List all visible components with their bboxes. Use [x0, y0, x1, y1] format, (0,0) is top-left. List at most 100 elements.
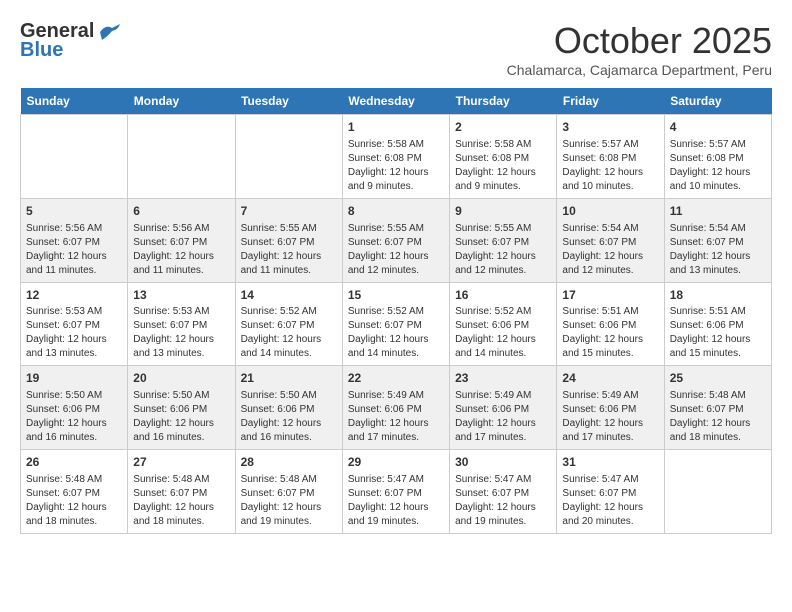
calendar-cell [21, 115, 128, 199]
day-number: 1 [348, 119, 444, 136]
day-info: Sunrise: 5:54 AM Sunset: 6:07 PM Dayligh… [562, 222, 658, 278]
weekday-header: Wednesday [342, 88, 449, 115]
calendar-cell: 2Sunrise: 5:58 AM Sunset: 6:08 PM Daylig… [450, 115, 557, 199]
weekday-header: Saturday [664, 88, 771, 115]
day-info: Sunrise: 5:51 AM Sunset: 6:06 PM Dayligh… [562, 305, 658, 361]
calendar-cell: 6 Sunrise: 5:56 AM Sunset: 6:07 PM Daylig… [128, 198, 235, 282]
calendar-cell: 23Sunrise: 5:49 AM Sunset: 6:06 PM Dayli… [450, 366, 557, 450]
day-info: Sunrise: 5:50 AM Sunset: 6:06 PM Dayligh… [241, 389, 337, 445]
weekday-header: Friday [557, 88, 664, 115]
location: Chalamarca, Cajamarca Department, Peru [507, 62, 772, 78]
day-number: 31 [562, 454, 658, 471]
day-info: Sunrise: 5:47 AM Sunset: 6:07 PM Dayligh… [348, 473, 444, 529]
day-number: 17 [562, 287, 658, 304]
calendar-cell: 28Sunrise: 5:48 AM Sunset: 6:07 PM Dayli… [235, 450, 342, 534]
day-info: Sunrise: 5:50 AM Sunset: 6:06 PM Dayligh… [26, 389, 122, 445]
day-info: Sunrise: 5:48 AM Sunset: 6:07 PM Dayligh… [26, 473, 122, 529]
day-info: Sunrise: 5:47 AM Sunset: 6:07 PM Dayligh… [562, 473, 658, 529]
day-number: 10 [562, 203, 658, 220]
day-info: Sunrise: 5:55 AM Sunset: 6:07 PM Dayligh… [455, 222, 551, 278]
month-title: October 2025 [507, 20, 772, 62]
calendar-cell: 13Sunrise: 5:53 AM Sunset: 6:07 PM Dayli… [128, 282, 235, 366]
day-number: 24 [562, 370, 658, 387]
calendar-cell: 12Sunrise: 5:53 AM Sunset: 6:07 PM Dayli… [21, 282, 128, 366]
calendar-cell [664, 450, 771, 534]
day-info: Sunrise: 5:48 AM Sunset: 6:07 PM Dayligh… [133, 473, 229, 529]
day-info: Sunrise: 5:52 AM Sunset: 6:06 PM Dayligh… [455, 305, 551, 361]
day-number: 7 [241, 203, 337, 220]
calendar-cell: 5 Sunrise: 5:56 AM Sunset: 6:07 PM Daylig… [21, 198, 128, 282]
logo: General Blue [20, 20, 120, 62]
calendar-cell [128, 115, 235, 199]
calendar-cell: 15Sunrise: 5:52 AM Sunset: 6:07 PM Dayli… [342, 282, 449, 366]
weekday-header: Monday [128, 88, 235, 115]
day-number: 20 [133, 370, 229, 387]
calendar-cell: 20 Sunrise: 5:50 AM Sunset: 6:06 PM Dayli… [128, 366, 235, 450]
day-number: 12 [26, 287, 122, 304]
day-number: 6 [133, 203, 229, 220]
weekday-header: Sunday [21, 88, 128, 115]
day-number: 27 [133, 454, 229, 471]
day-info: Sunrise: 5:53 AM Sunset: 6:07 PM Dayligh… [26, 305, 122, 361]
day-number: 18 [670, 287, 766, 304]
day-number: 23 [455, 370, 551, 387]
logo-bird-icon [98, 24, 120, 40]
day-number: 25 [670, 370, 766, 387]
calendar-cell: 1 Sunrise: 5:58 AM Sunset: 6:08 PM Daylig… [342, 115, 449, 199]
day-number: 4 [670, 119, 766, 136]
calendar-cell: 3Sunrise: 5:57 AM Sunset: 6:08 PM Daylig… [557, 115, 664, 199]
calendar-cell: 18Sunrise: 5:51 AM Sunset: 6:06 PM Dayli… [664, 282, 771, 366]
calendar-cell: 9 Sunrise: 5:55 AM Sunset: 6:07 PM Daylig… [450, 198, 557, 282]
calendar-cell: 29 Sunrise: 5:47 AM Sunset: 6:07 PM Dayli… [342, 450, 449, 534]
calendar-cell: 26 Sunrise: 5:48 AM Sunset: 6:07 PM Dayli… [21, 450, 128, 534]
day-number: 19 [26, 370, 122, 387]
logo-blue: Blue [20, 39, 63, 62]
day-info: Sunrise: 5:57 AM Sunset: 6:08 PM Dayligh… [670, 138, 766, 194]
day-number: 9 [455, 203, 551, 220]
calendar-cell: 14Sunrise: 5:52 AM Sunset: 6:07 PM Dayli… [235, 282, 342, 366]
day-number: 15 [348, 287, 444, 304]
day-info: Sunrise: 5:48 AM Sunset: 6:07 PM Dayligh… [670, 389, 766, 445]
day-number: 5 [26, 203, 122, 220]
calendar-cell: 16Sunrise: 5:52 AM Sunset: 6:06 PM Dayli… [450, 282, 557, 366]
calendar-cell: 10 Sunrise: 5:54 AM Sunset: 6:07 PM Dayli… [557, 198, 664, 282]
day-number: 26 [26, 454, 122, 471]
day-number: 2 [455, 119, 551, 136]
day-number: 14 [241, 287, 337, 304]
day-number: 13 [133, 287, 229, 304]
day-info: Sunrise: 5:54 AM Sunset: 6:07 PM Dayligh… [670, 222, 766, 278]
day-info: Sunrise: 5:50 AM Sunset: 6:06 PM Dayligh… [133, 389, 229, 445]
title-block: October 2025 Chalamarca, Cajamarca Depar… [507, 20, 772, 78]
calendar-cell: 11 Sunrise: 5:54 AM Sunset: 6:07 PM Dayli… [664, 198, 771, 282]
calendar-cell: 17Sunrise: 5:51 AM Sunset: 6:06 PM Dayli… [557, 282, 664, 366]
day-number: 3 [562, 119, 658, 136]
weekday-header: Thursday [450, 88, 557, 115]
calendar-cell: 4 Sunrise: 5:57 AM Sunset: 6:08 PM Daylig… [664, 115, 771, 199]
day-info: Sunrise: 5:53 AM Sunset: 6:07 PM Dayligh… [133, 305, 229, 361]
day-info: Sunrise: 5:48 AM Sunset: 6:07 PM Dayligh… [241, 473, 337, 529]
calendar-cell: 31 Sunrise: 5:47 AM Sunset: 6:07 PM Dayli… [557, 450, 664, 534]
calendar-cell: 27 Sunrise: 5:48 AM Sunset: 6:07 PM Dayli… [128, 450, 235, 534]
day-number: 29 [348, 454, 444, 471]
day-info: Sunrise: 5:58 AM Sunset: 6:08 PM Dayligh… [348, 138, 444, 194]
day-info: Sunrise: 5:51 AM Sunset: 6:06 PM Dayligh… [670, 305, 766, 361]
calendar-cell: 25 Sunrise: 5:48 AM Sunset: 6:07 PM Dayli… [664, 366, 771, 450]
calendar-header: SundayMondayTuesdayWednesdayThursdayFrid… [21, 88, 772, 115]
calendar-cell [235, 115, 342, 199]
calendar-cell: 24 Sunrise: 5:49 AM Sunset: 6:06 PM Dayli… [557, 366, 664, 450]
day-info: Sunrise: 5:49 AM Sunset: 6:06 PM Dayligh… [348, 389, 444, 445]
calendar-cell: 21Sunrise: 5:50 AM Sunset: 6:06 PM Dayli… [235, 366, 342, 450]
day-number: 22 [348, 370, 444, 387]
calendar-cell: 7Sunrise: 5:55 AM Sunset: 6:07 PM Daylig… [235, 198, 342, 282]
calendar-cell: 30Sunrise: 5:47 AM Sunset: 6:07 PM Dayli… [450, 450, 557, 534]
weekday-header: Tuesday [235, 88, 342, 115]
day-number: 11 [670, 203, 766, 220]
calendar-cell: 19 Sunrise: 5:50 AM Sunset: 6:06 PM Dayli… [21, 366, 128, 450]
day-info: Sunrise: 5:56 AM Sunset: 6:07 PM Dayligh… [133, 222, 229, 278]
calendar-cell: 8Sunrise: 5:55 AM Sunset: 6:07 PM Daylig… [342, 198, 449, 282]
day-info: Sunrise: 5:56 AM Sunset: 6:07 PM Dayligh… [26, 222, 122, 278]
day-number: 16 [455, 287, 551, 304]
day-info: Sunrise: 5:52 AM Sunset: 6:07 PM Dayligh… [348, 305, 444, 361]
day-info: Sunrise: 5:49 AM Sunset: 6:06 PM Dayligh… [562, 389, 658, 445]
day-info: Sunrise: 5:55 AM Sunset: 6:07 PM Dayligh… [348, 222, 444, 278]
